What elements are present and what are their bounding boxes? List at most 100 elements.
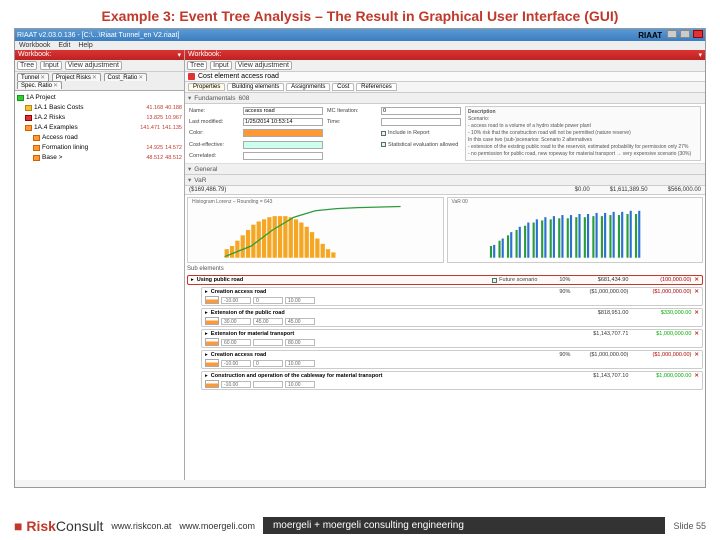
scenario-main[interactable]: ▸ Using public road Future scenario 10% …: [187, 275, 703, 285]
dist-lo-input[interactable]: -10.00: [221, 297, 251, 304]
close-button[interactable]: [693, 30, 703, 38]
scenario-value-1: $818,951.00: [573, 310, 628, 316]
scenario-sub[interactable]: ▸ Extension for material transport $1,14…: [201, 329, 703, 348]
tree-item[interactable]: Access road: [17, 133, 182, 143]
right-input-button[interactable]: Input: [210, 61, 232, 70]
menu-help[interactable]: Help: [78, 42, 92, 49]
menu-edit[interactable]: Edit: [58, 42, 70, 49]
tree-item[interactable]: Base >48.512 48.512: [17, 153, 182, 163]
delete-icon[interactable]: ✕: [694, 373, 699, 379]
tab-building[interactable]: Building elements: [227, 83, 284, 91]
tab-cost[interactable]: Cost: [332, 83, 354, 91]
description-box: Description Scenario: - access road to a…: [465, 106, 701, 161]
tree-item[interactable]: 1A Project: [17, 93, 182, 103]
tab-cost-ratio[interactable]: Cost_Ratio✕: [104, 73, 148, 81]
dist-mid-input[interactable]: 0: [253, 297, 283, 304]
tab-spec-ratio[interactable]: Spec. Ratio✕: [17, 81, 62, 89]
tree-item[interactable]: 1A.1 Basic Costs41.168 40.188: [17, 103, 182, 113]
distribution-icon[interactable]: [205, 338, 219, 346]
effective-input[interactable]: [243, 141, 323, 149]
menu-workbook[interactable]: Workbook: [19, 42, 50, 49]
tree-item[interactable]: Formation lining14.925 14.572: [17, 143, 182, 153]
expand-icon[interactable]: ▸: [205, 331, 208, 337]
dist-mid-input[interactable]: 0: [253, 360, 283, 367]
dist-mid-input[interactable]: 45.00: [253, 318, 283, 325]
distribution-icon[interactable]: [205, 296, 219, 304]
distribution-icon[interactable]: [205, 317, 219, 325]
tab-project-risks[interactable]: Project Risks✕: [52, 73, 101, 81]
right-view-button[interactable]: View adjustment: [235, 61, 292, 70]
mc-label: MC Iteration:: [327, 108, 377, 114]
panel-collapse-icon[interactable]: ▾: [177, 51, 181, 59]
dist-hi-input[interactable]: 45.00: [285, 318, 315, 325]
scenario-sub[interactable]: ▸ Creation access road 90% ($1,000,000.0…: [201, 287, 703, 306]
slide-title: Example 3: Event Tree Analysis – The Res…: [0, 0, 720, 28]
dist-lo-input[interactable]: -10.00: [221, 381, 251, 388]
delete-icon[interactable]: ✕: [694, 310, 699, 316]
tab-properties[interactable]: Properties: [188, 83, 225, 91]
dist-lo-input[interactable]: 30.00: [221, 318, 251, 325]
tab-assignments[interactable]: Assignments: [286, 83, 330, 91]
expand-icon[interactable]: ▸: [191, 277, 194, 283]
scenario-name: Using public road: [197, 277, 489, 283]
dist-mid-input[interactable]: [253, 381, 283, 388]
future-scenario-checkbox[interactable]: [492, 278, 497, 283]
dist-lo-input[interactable]: 60.00: [221, 339, 251, 346]
delete-icon[interactable]: ✕: [694, 331, 699, 337]
left-tree-button[interactable]: Tree: [17, 61, 37, 70]
mc-input[interactable]: 0: [381, 107, 461, 115]
scenario-name: Creation access road: [211, 352, 538, 358]
tree-item[interactable]: 1A.4 Examples141.471 141.135: [17, 123, 182, 133]
delete-icon[interactable]: ✕: [694, 289, 699, 295]
scenario-value-2: ($1,000,000.00): [631, 289, 691, 295]
correlated-input[interactable]: [243, 152, 323, 160]
distribution-icon[interactable]: [205, 380, 219, 388]
var-v1: ($169,486.79): [189, 187, 226, 193]
expand-icon[interactable]: ▸: [205, 373, 208, 379]
panel-collapse-icon[interactable]: ▾: [698, 51, 702, 59]
time-input[interactable]: [381, 118, 461, 126]
tab-references[interactable]: References: [356, 83, 397, 91]
slide-footer: ■ RiskConsult www.riskcon.at www.moergel…: [14, 517, 706, 534]
show-eval-label: Statistical evaluation allowed: [388, 142, 458, 148]
scenario-value-2: $1,000,000.00: [631, 331, 691, 337]
general-header[interactable]: ▾General: [185, 164, 705, 175]
folder-icon: [25, 125, 32, 131]
delete-icon[interactable]: ✕: [694, 352, 699, 358]
fundamentals-header[interactable]: ▾ Fundamentals 608: [185, 93, 705, 104]
tree-item[interactable]: 1A.2 Risks13.825 10.967: [17, 113, 182, 123]
scenario-sub[interactable]: ▸ Creation access road 90% ($1,000,000.0…: [201, 350, 703, 369]
expand-icon[interactable]: ▸: [205, 310, 208, 316]
charts-row: Histogram Lorenz – Rounding = 643 VaR 00: [185, 195, 705, 265]
maximize-button[interactable]: [680, 30, 690, 38]
dist-hi-input[interactable]: 10.00: [285, 360, 315, 367]
scenario-sub[interactable]: ▸ Extension of the public road $818,951.…: [201, 308, 703, 327]
dist-hi-input[interactable]: 80.00: [285, 339, 315, 346]
show-eval-checkbox[interactable]: [381, 142, 386, 147]
var-header[interactable]: ▾VaR: [185, 175, 705, 186]
tab-tunnel[interactable]: Tunnel✕: [17, 73, 49, 81]
right-toolbar: Tree Input View adjustment: [185, 60, 705, 72]
dist-mid-input[interactable]: [253, 339, 283, 346]
scenario-sub[interactable]: ▸ Construction and operation of the cabl…: [201, 371, 703, 390]
dist-hi-input[interactable]: 10.00: [285, 297, 315, 304]
right-tree-button[interactable]: Tree: [187, 61, 207, 70]
expand-icon[interactable]: ▸: [205, 352, 208, 358]
delete-icon[interactable]: ✕: [694, 277, 699, 283]
scenario-prob: 90%: [540, 352, 570, 358]
name-input[interactable]: access road: [243, 107, 323, 115]
project-tree[interactable]: 1A Project 1A.1 Basic Costs41.168 40.188…: [15, 91, 184, 480]
modified-value: 1/25/2014 10:53:14: [243, 118, 323, 126]
left-input-button[interactable]: Input: [40, 61, 62, 70]
include-report-checkbox[interactable]: [381, 131, 386, 136]
time-label: Time:: [327, 119, 377, 125]
expand-icon[interactable]: ▸: [205, 289, 208, 295]
color-input[interactable]: [243, 129, 323, 137]
scenario-value-1: ($1,000,000.00): [573, 352, 628, 358]
distribution-icon[interactable]: [205, 359, 219, 367]
left-view-button[interactable]: View adjustment: [65, 61, 122, 70]
dist-lo-input[interactable]: -10.00: [221, 360, 251, 367]
dist-hi-input[interactable]: 10.00: [285, 381, 315, 388]
chart-title: Histogram Lorenz – Rounding = 643: [192, 199, 272, 205]
minimize-button[interactable]: [667, 30, 677, 38]
